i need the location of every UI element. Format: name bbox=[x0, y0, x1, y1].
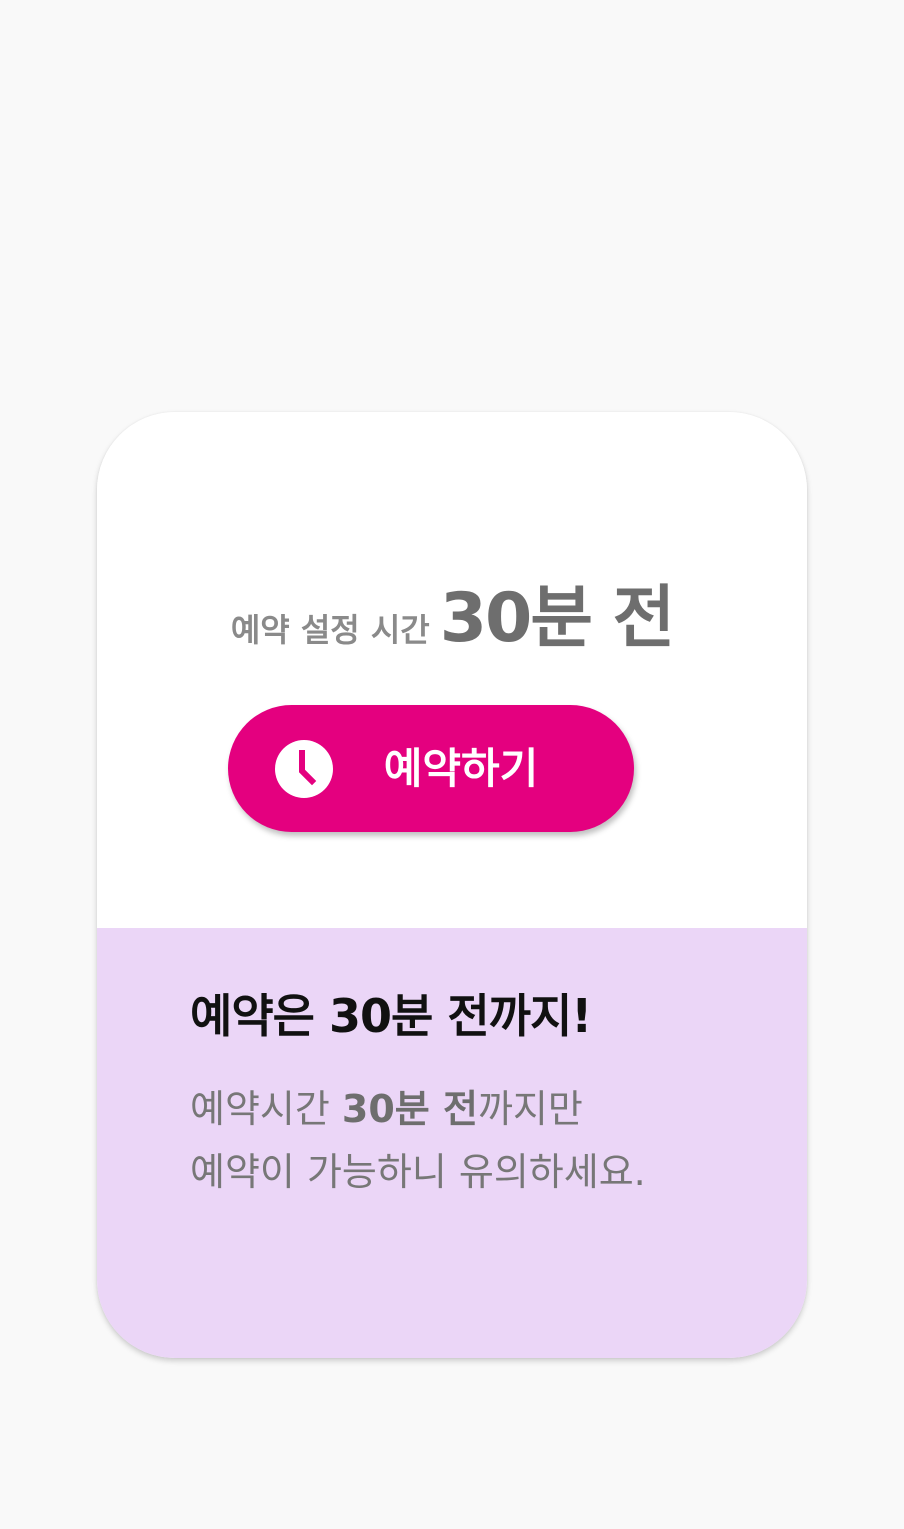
notice-line-1-emphasis: 30분 전 bbox=[341, 1087, 478, 1131]
reserve-button-label: 예약하기 bbox=[383, 744, 539, 793]
notice-body: 예약시간 30분 전까지만 예약이 가능하니 유의하세요. bbox=[190, 1078, 646, 1204]
reservation-time-value: 30분 전 bbox=[439, 579, 675, 658]
notice-panel: 예약은 30분 전까지! 예약시간 30분 전까지만 예약이 가능하니 유의하세… bbox=[97, 928, 807, 1358]
reservation-time-setting: 예약 설정 시간 30분 전 bbox=[97, 562, 807, 661]
reservation-card: 예약 설정 시간 30분 전 예약하기 예약은 30분 전까지! 예약시간 30분… bbox=[97, 412, 807, 1358]
notice-title: 예약은 30분 전까지! bbox=[190, 989, 592, 1043]
notice-line-1-prefix: 예약시간 bbox=[190, 1087, 342, 1131]
clock-icon bbox=[275, 740, 333, 798]
reservation-time-label: 예약 설정 시간 bbox=[230, 611, 430, 649]
notice-line-2: 예약이 가능하니 유의하세요. bbox=[190, 1150, 646, 1194]
notice-line-1-suffix: 까지만 bbox=[477, 1087, 583, 1131]
reserve-button[interactable]: 예약하기 bbox=[228, 705, 634, 832]
reservation-panel: 예약 설정 시간 30분 전 예약하기 bbox=[97, 412, 807, 928]
notice-line-1: 예약시간 30분 전까지만 bbox=[190, 1078, 646, 1141]
